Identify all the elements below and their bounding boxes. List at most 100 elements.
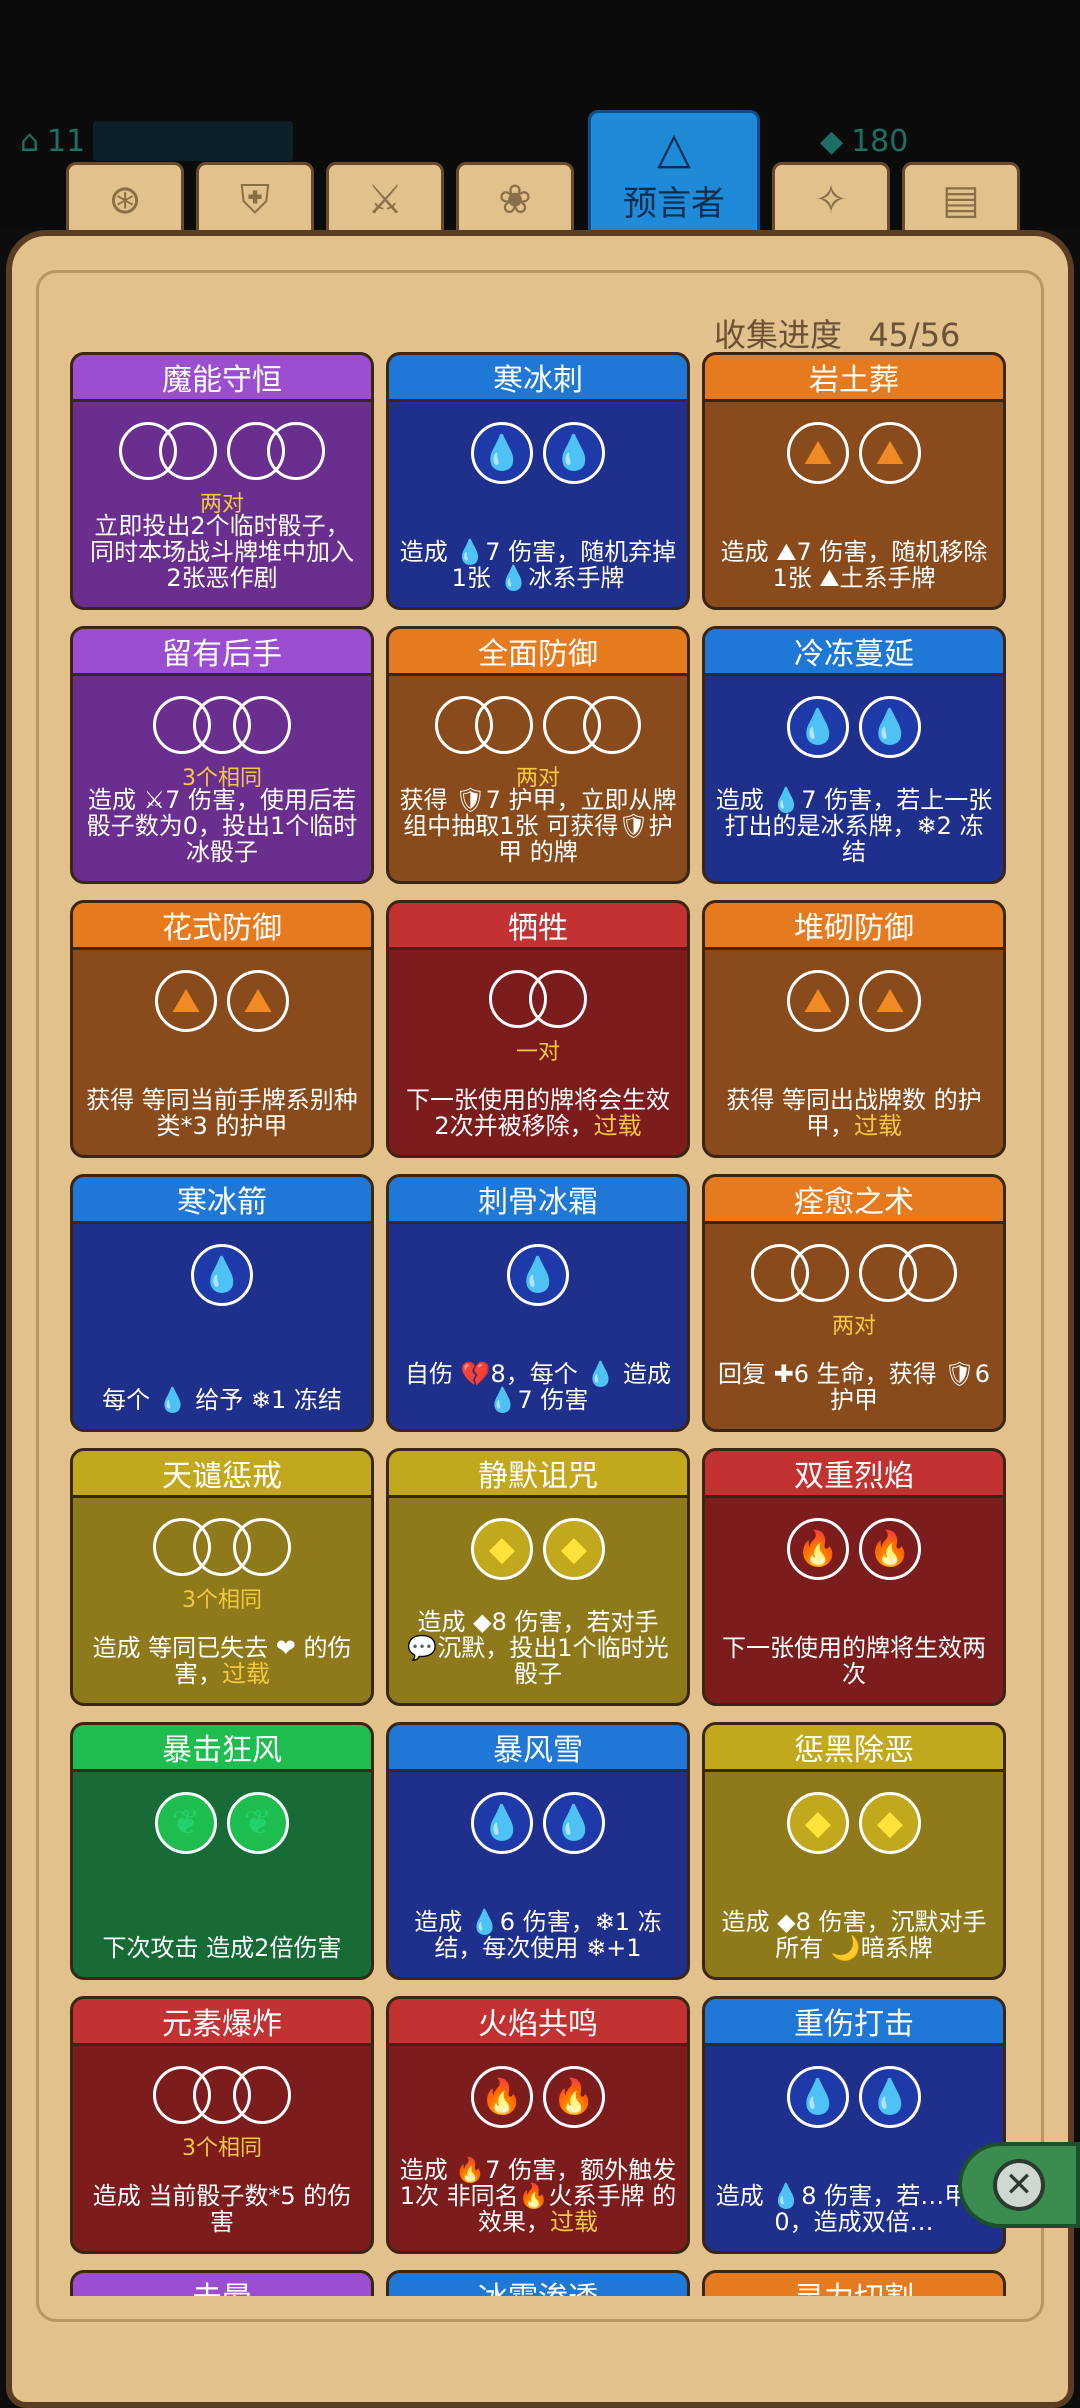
tab-icon: △ xyxy=(657,123,691,174)
die-icon: ❦ xyxy=(227,1792,289,1854)
collection-progress: 收集进度 45/56 xyxy=(714,316,961,354)
skill-card[interactable]: 刺骨冰霜 💧 自伤 💔8，每个 💧 造成 💧7 伤害 xyxy=(386,1174,690,1432)
die-icon: 💧 xyxy=(471,1792,533,1854)
card-title: 痊愈之术 xyxy=(705,1177,1003,1224)
class-tabs: ⊛ ⛨ ⚔ ❀ △ 预言者 ✧ ▤ xyxy=(0,110,1080,240)
card-title: 元素爆炸 xyxy=(73,1999,371,2046)
card-body: 💧 每个 💧 给予 ❄1 冻结 xyxy=(73,1224,371,1429)
card-description: 下一张使用的牌将会生效2次并被移除，过载 xyxy=(406,1086,670,1140)
skill-card[interactable]: 寒冰箭 💧 每个 💧 给予 ❄1 冻结 xyxy=(70,1174,374,1432)
card-title: 岩土葬 xyxy=(705,355,1003,402)
skill-card[interactable]: 暴击狂风 ❦ ❦ 下次攻击 造成2倍伤害 xyxy=(70,1722,374,1980)
dice-requirement: ◆ ◆ xyxy=(705,1792,1003,1862)
skill-card[interactable]: 双重烈焰 🔥 🔥 下一张使用的牌将生效两次 xyxy=(702,1448,1006,1706)
dice-requirement: ❦ ❦ xyxy=(73,1792,371,1862)
dice-requirement xyxy=(73,1518,371,1588)
dice-requirement: 💧 xyxy=(73,1244,371,1314)
skill-card[interactable]: 灵力切割 xyxy=(702,2270,1006,2296)
card-title: 留有后手 xyxy=(73,629,371,676)
card-description: 立即投出2个临时骰子，同时本场战斗牌堆中加入2张恶作剧 xyxy=(90,512,354,592)
skill-card[interactable]: 全面防御 两对 获得 🛡7 护甲，立即从牌组中抽取1张 可获得🛡护甲 的牌 xyxy=(386,626,690,884)
card-title: 重伤打击 xyxy=(705,1999,1003,2046)
card-description: 获得 🛡7 护甲，立即从牌组中抽取1张 可获得🛡护甲 的牌 xyxy=(399,786,677,866)
skill-card[interactable]: 天谴惩戒 3个相同 造成 等同已失去 ❤ 的伤害，过载 xyxy=(70,1448,374,1706)
skill-card[interactable]: 留有后手 3个相同 造成 ⚔7 伤害，使用后若骰子数为0，投出1个临时冰骰子 xyxy=(70,626,374,884)
die-icon: 💧 xyxy=(787,2066,849,2128)
tab-4[interactable]: △ 预言者 xyxy=(588,110,760,238)
card-body: 🔥 🔥 造成 🔥7 伤害，额外触发1次 非同名🔥火系手牌 的效果，过载 xyxy=(389,2046,687,2251)
skill-card[interactable]: 冷冻蔓延 💧 💧 造成 💧7 伤害，若上一张打出的是冰系牌，❄2 冻结 xyxy=(702,626,1006,884)
die-slot-group xyxy=(751,1244,849,1314)
card-body: 两对 回复 ✚6 生命，获得 🛡6 护甲 xyxy=(705,1224,1003,1429)
dice-condition: 两对 xyxy=(831,1314,876,1339)
card-body: ❦ ❦ 下次攻击 造成2倍伤害 xyxy=(73,1772,371,1977)
skill-card[interactable]: 牺牲 一对 下一张使用的牌将会生效2次并被移除，过载 xyxy=(386,900,690,1158)
tab-3[interactable]: ❀ xyxy=(456,162,574,238)
card-title: 牺牲 xyxy=(389,903,687,950)
card-grid[interactable]: 魔能守恒 两对 立即投出2个临时骰子，同时本场战斗牌堆中加入2张恶作剧 寒冰刺 💧 💧 造成… xyxy=(0,352,1080,2296)
tab-0[interactable]: ⊛ xyxy=(66,162,184,238)
card-description: 造成 💧8 伤害，若…甲为0，造成双倍… xyxy=(715,2182,993,2236)
skill-card[interactable]: 魔能守恒 两对 立即投出2个临时骰子，同时本场战斗牌堆中加入2张恶作剧 xyxy=(70,352,374,610)
card-title: 暴击狂风 xyxy=(73,1725,371,1772)
card-title: 魔能守恒 xyxy=(73,355,371,402)
skill-card[interactable]: 元素爆炸 3个相同 造成 当前骰子数*5 的伤害 xyxy=(70,1996,374,2254)
card-title: 惩黑除恶 xyxy=(705,1725,1003,1772)
die-icon: ⛰ xyxy=(155,970,217,1032)
overload-keyword: 过载 xyxy=(550,2208,598,2236)
skill-card[interactable]: 火焰共鸣 🔥 🔥 造成 🔥7 伤害，额外触发1次 非同名🔥火系手牌 的效果，过载 xyxy=(386,1996,690,2254)
die-icon: 🔥 xyxy=(859,1518,921,1580)
card-title: 击晕 xyxy=(73,2273,371,2296)
die-slot-group xyxy=(153,1518,291,1588)
skill-card[interactable]: 痊愈之术 两对 回复 ✚6 生命，获得 🛡6 护甲 xyxy=(702,1174,1006,1432)
die-icon: 🔥 xyxy=(543,2066,605,2128)
card-body: ⛰ ⛰ 造成 ⛰7 伤害，随机移除1张 ⛰土系手牌 xyxy=(705,402,1003,607)
close-icon: ✕ xyxy=(993,2159,1045,2211)
card-title: 火焰共鸣 xyxy=(389,1999,687,2046)
card-body: 两对 立即投出2个临时骰子，同时本场战斗牌堆中加入2张恶作剧 xyxy=(73,402,371,607)
skill-card[interactable]: 花式防御 ⛰ ⛰ 获得 等同当前手牌系别种类*3 的护甲 xyxy=(70,900,374,1158)
skill-card[interactable]: 冰霜渗透 xyxy=(386,2270,690,2296)
dice-condition: 3个相同 xyxy=(182,2136,262,2161)
card-title: 静默诅咒 xyxy=(389,1451,687,1498)
tab-icon: ✧ xyxy=(814,177,848,223)
dice-requirement xyxy=(389,970,687,1040)
card-description: 造成 ◆8 伤害，若对手 💬沉默，投出1个临时光骰子 xyxy=(407,1608,669,1688)
dice-requirement: 💧 xyxy=(389,1244,687,1314)
card-description: 下次攻击 造成2倍伤害 xyxy=(102,1934,342,1962)
card-title: 寒冰箭 xyxy=(73,1177,371,1224)
card-title: 冰霜渗透 xyxy=(389,2273,687,2296)
skill-card[interactable]: 堆砌防御 ⛰ ⛰ 获得 等同出战牌数 的护甲，过载 xyxy=(702,900,1006,1158)
dice-requirement: ⛰ ⛰ xyxy=(705,422,1003,492)
card-body: 💧 💧 造成 💧7 伤害，随机弃掉1张 💧冰系手牌 xyxy=(389,402,687,607)
card-title: 灵力切割 xyxy=(705,2273,1003,2296)
die-icon: 💧 xyxy=(859,2066,921,2128)
skill-card[interactable]: 惩黑除恶 ◆ ◆ 造成 ◆8 伤害，沉默对手所有 🌙暗系牌 xyxy=(702,1722,1006,1980)
skill-card[interactable]: 寒冰刺 💧 💧 造成 💧7 伤害，随机弃掉1张 💧冰系手牌 xyxy=(386,352,690,610)
die-icon: 🔥 xyxy=(471,2066,533,2128)
die-icon: ⛰ xyxy=(787,422,849,484)
die-icon: ⛰ xyxy=(227,970,289,1032)
skill-card[interactable]: 重伤打击 💧 💧 造成 💧8 伤害，若…甲为0，造成双倍… xyxy=(702,1996,1006,2254)
close-button[interactable]: ✕ xyxy=(958,2142,1080,2228)
tab-icon: ⛨ xyxy=(240,177,270,223)
overload-keyword: 过载 xyxy=(593,1112,642,1140)
skill-card[interactable]: 击晕 xyxy=(70,2270,374,2296)
tab-1[interactable]: ⛨ xyxy=(196,162,314,238)
die-icon: 💧 xyxy=(543,1792,605,1854)
card-body: ◆ ◆ 造成 ◆8 伤害，沉默对手所有 🌙暗系牌 xyxy=(705,1772,1003,1977)
card-description: 造成 ◆8 伤害，沉默对手所有 🌙暗系牌 xyxy=(721,1908,987,1962)
card-body: ◆ ◆ 造成 ◆8 伤害，若对手 💬沉默，投出1个临时光骰子 xyxy=(389,1498,687,1703)
overload-keyword: 过载 xyxy=(222,1660,270,1688)
card-description: 造成 💧7 伤害，若上一张打出的是冰系牌，❄2 冻结 xyxy=(715,786,993,866)
skill-card[interactable]: 暴风雪 💧 💧 造成 💧6 伤害，❄1 冻结，每次使用 ❄+1 xyxy=(386,1722,690,1980)
tab-icon: ⚔ xyxy=(367,177,403,223)
die-slot-group xyxy=(153,696,291,766)
skill-card[interactable]: 静默诅咒 ◆ ◆ 造成 ◆8 伤害，若对手 💬沉默，投出1个临时光骰子 xyxy=(386,1448,690,1706)
tab-2[interactable]: ⚔ xyxy=(326,162,444,238)
card-title: 花式防御 xyxy=(73,903,371,950)
tab-6[interactable]: ▤ xyxy=(902,162,1020,238)
skill-card[interactable]: 岩土葬 ⛰ ⛰ 造成 ⛰7 伤害，随机移除1张 ⛰土系手牌 xyxy=(702,352,1006,610)
tab-5[interactable]: ✧ xyxy=(772,162,890,238)
card-title: 冷冻蔓延 xyxy=(705,629,1003,676)
